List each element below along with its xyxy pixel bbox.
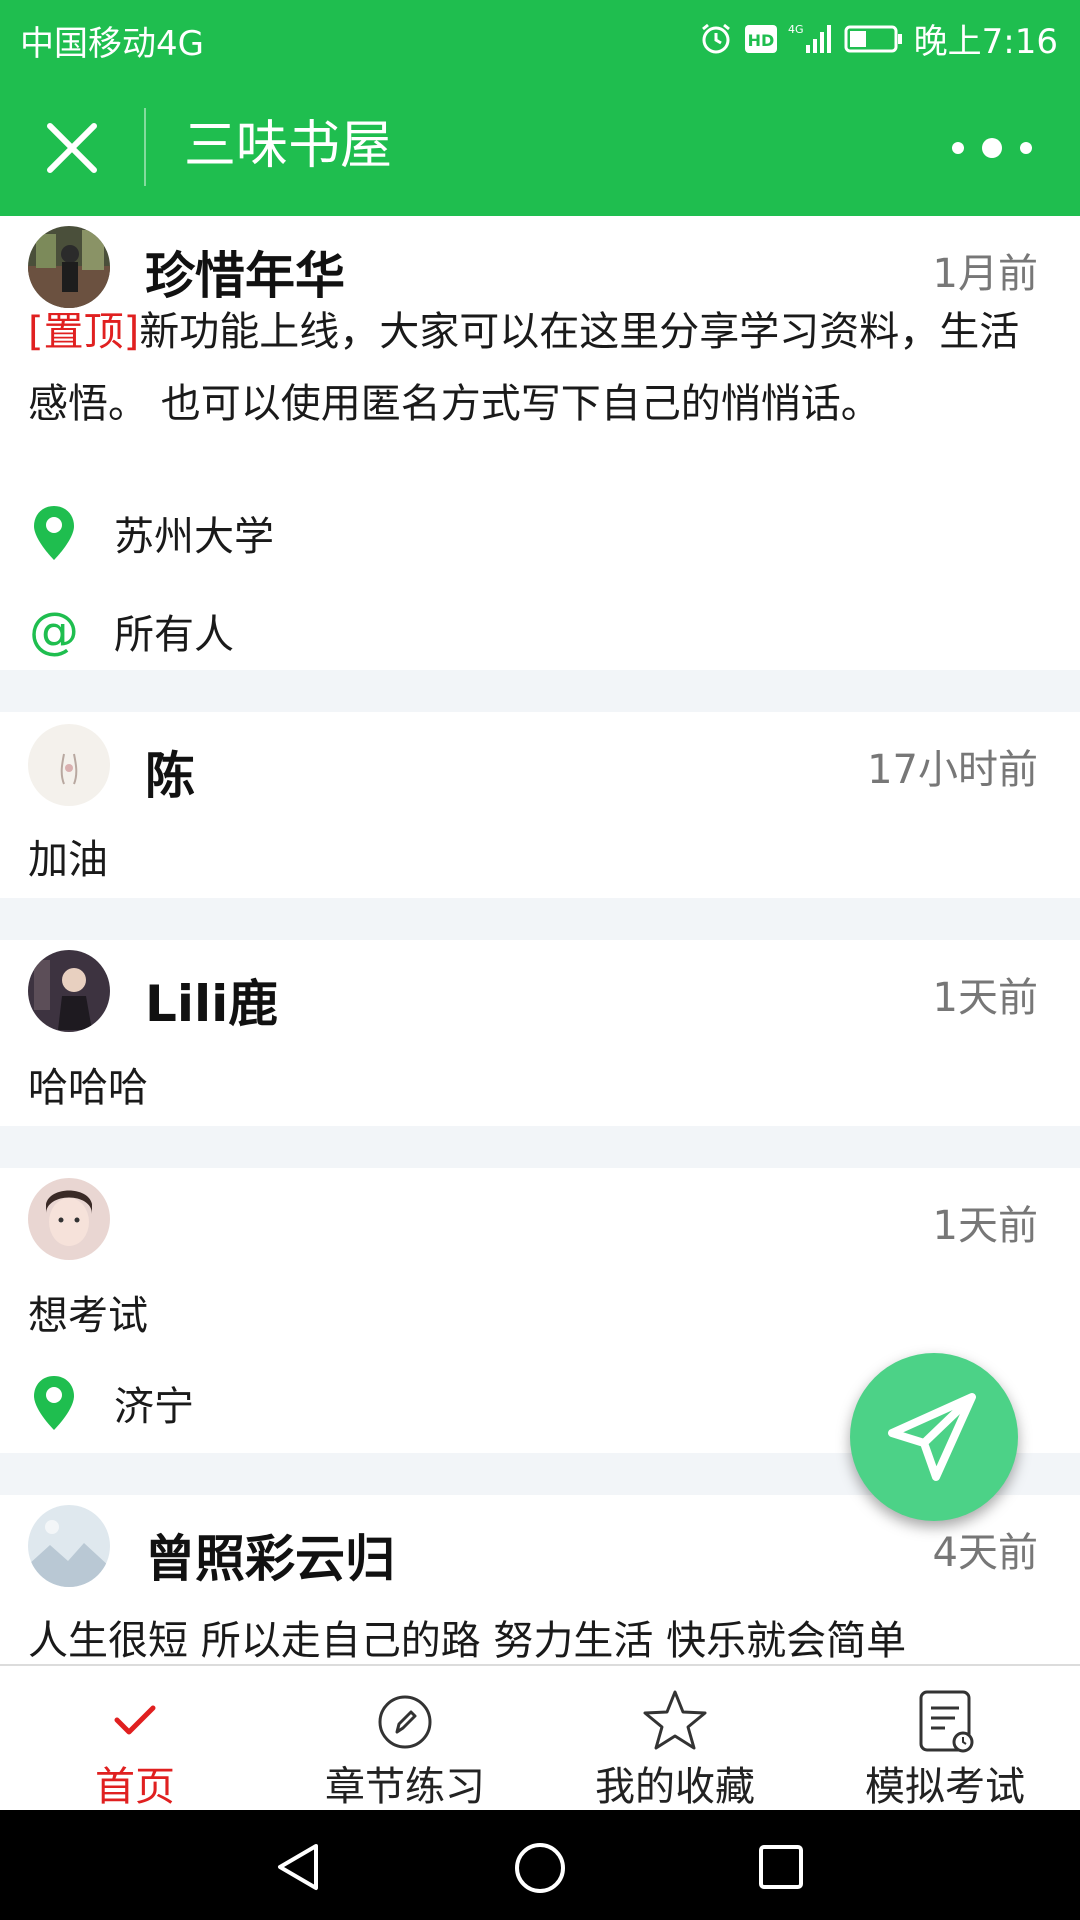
post-time: 4天前 [932, 1530, 1038, 1576]
check-icon [114, 1705, 156, 1735]
post-text: 新功能上线，大家可以在这里分享学习资料，生活感悟。 也可以使用匿名方式写下自己的… [28, 309, 1020, 427]
post-location[interactable]: 苏州大学 [26, 498, 274, 568]
post-card[interactable]: 曾照彩云归 4天前 人生很短 所以走自己的路 努力生活 快乐就会简单 [0, 1495, 1080, 1664]
post-card[interactable]: Lili鹿 1天前 哈哈哈 [0, 940, 1080, 1126]
tab-label: 模拟考试 [865, 1764, 1025, 1810]
tab-label: 我的收藏 [595, 1764, 755, 1810]
bottom-tab-bar: 首页 章节练习 我的收藏 模拟考试 [0, 1664, 1080, 1812]
back-icon[interactable] [270, 1840, 330, 1894]
user-name[interactable]: Lili鹿 [145, 974, 278, 1034]
clock: 晚上7:16 [913, 22, 1058, 62]
user-avatar[interactable] [28, 1505, 110, 1587]
tab-home[interactable]: 首页 [0, 1666, 270, 1812]
send-plane-icon [888, 1393, 976, 1481]
user-name[interactable]: 陈 [145, 746, 195, 806]
recent-apps-icon[interactable] [756, 1842, 806, 1892]
post-content: 哈哈哈 [28, 1065, 148, 1111]
exam-icon [919, 1690, 974, 1753]
tab-mock-exam[interactable]: 模拟考试 [810, 1666, 1080, 1812]
alarm-icon [701, 23, 730, 53]
post-mention[interactable]: @ 所有人 [26, 596, 234, 666]
user-avatar[interactable] [28, 950, 110, 1032]
location-pin-icon [26, 503, 82, 563]
home-icon[interactable] [512, 1840, 568, 1896]
post-content: 想考试 [28, 1293, 148, 1339]
pencil-icon [378, 1695, 432, 1749]
tab-label: 章节练习 [325, 1764, 485, 1810]
battery-icon [844, 25, 902, 52]
post-separator [0, 1126, 1080, 1168]
post-separator [0, 670, 1080, 712]
new-post-button[interactable] [850, 1353, 1018, 1521]
post-time: 1天前 [932, 975, 1038, 1021]
carrier-label: 中国移动4G [20, 24, 204, 64]
post-content: 加油 [28, 837, 108, 883]
user-avatar[interactable] [28, 1178, 110, 1260]
post-time: 1月前 [932, 251, 1038, 297]
nav-divider [144, 108, 146, 186]
post-location[interactable]: 济宁 [26, 1368, 194, 1438]
svg-text:@: @ [29, 604, 79, 658]
post-time: 1天前 [932, 1203, 1038, 1249]
svg-text:4G: 4G [788, 23, 804, 36]
post-content: 人生很短 所以走自己的路 努力生活 快乐就会简单 [28, 1618, 907, 1664]
location-pin-icon [26, 1373, 82, 1433]
mention-text: 所有人 [114, 612, 234, 658]
tab-favorites[interactable]: 我的收藏 [540, 1666, 810, 1812]
hd-icon: HD [744, 24, 777, 53]
status-icons: HD 4G 晚上7:16 [698, 14, 1058, 63]
system-nav-bar [0, 1810, 1080, 1920]
at-mention-icon: @ [26, 601, 82, 661]
post-content: [置顶]新功能上线，大家可以在这里分享学习资料，生活感悟。 也可以使用匿名方式写… [28, 296, 1040, 440]
user-avatar[interactable] [28, 724, 110, 806]
location-text: 苏州大学 [114, 514, 274, 560]
post-separator [0, 898, 1080, 940]
svg-text:HD: HD [747, 31, 774, 50]
close-icon[interactable] [40, 116, 104, 180]
pinned-tag: [置顶] [28, 309, 140, 355]
tab-label: 首页 [95, 1764, 175, 1810]
status-bar: 中国移动4G HD 4G 晚上7:16 [0, 0, 1080, 76]
post-card[interactable]: 珍惜年华 1月前 [置顶]新功能上线，大家可以在这里分享学习资料，生活感悟。 也… [0, 216, 1080, 670]
more-options-icon[interactable] [944, 130, 1040, 166]
post-time: 17小时前 [867, 747, 1038, 793]
tab-chapter-practice[interactable]: 章节练习 [270, 1666, 540, 1812]
signal-4g-icon: 4G [788, 23, 831, 53]
location-text: 济宁 [114, 1384, 194, 1430]
post-card[interactable]: 陈 17小时前 加油 [0, 712, 1080, 898]
page-title: 三味书屋 [184, 116, 393, 176]
nav-bar: 三味书屋 [0, 76, 1080, 216]
star-icon [643, 1690, 707, 1750]
user-name[interactable]: 曾照彩云归 [145, 1529, 395, 1589]
